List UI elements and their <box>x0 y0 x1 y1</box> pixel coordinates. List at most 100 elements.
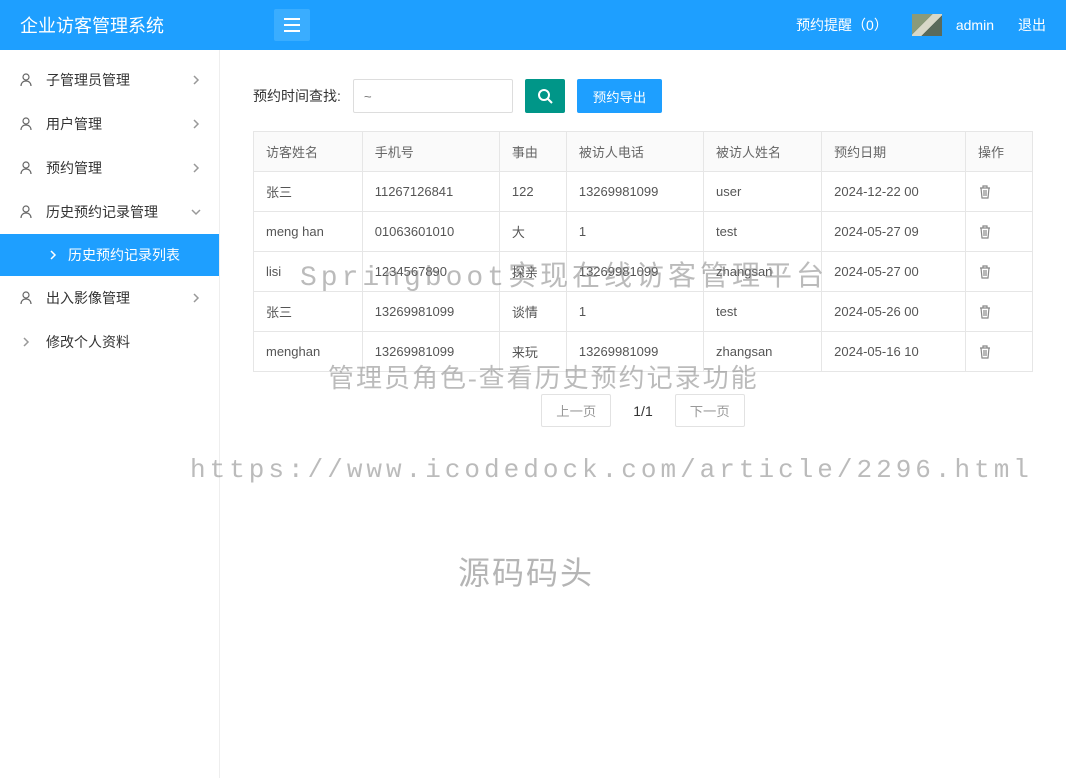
table-cell: 01063601010 <box>362 212 499 252</box>
search-row: 预约时间查找: 预约导出 <box>253 79 1033 113</box>
table-row: 张三13269981099谈情1test2024-05-26 00 <box>254 292 1033 332</box>
username-label[interactable]: admin <box>956 17 994 33</box>
table-cell: 2024-05-27 09 <box>822 212 966 252</box>
main-content: 预约时间查找: 预约导出 访客姓名手机号事由被访人电话被访人姓名预约日期操作 张… <box>220 50 1066 464</box>
history-table: 访客姓名手机号事由被访人电话被访人姓名预约日期操作 张三112671268411… <box>253 131 1033 372</box>
table-header-cell: 操作 <box>965 132 1032 172</box>
trash-icon <box>978 345 992 359</box>
content-panel: 预约时间查找: 预约导出 访客姓名手机号事由被访人电话被访人姓名预约日期操作 张… <box>234 64 1052 450</box>
delete-button[interactable] <box>978 225 1020 239</box>
table-header-cell: 事由 <box>499 132 566 172</box>
pagination: 上一页 1/1 下一页 <box>253 394 1033 427</box>
chevron-down-icon <box>191 207 201 217</box>
table-cell: test <box>704 292 822 332</box>
chevron-right-icon <box>191 75 201 85</box>
table-cell: 13269981099 <box>362 332 499 372</box>
next-page-button[interactable]: 下一页 <box>675 394 745 427</box>
chevron-right-icon <box>191 163 201 173</box>
sidebar-item-users[interactable]: 用户管理 <box>0 102 219 146</box>
user-icon <box>18 72 34 88</box>
chevron-right-icon <box>191 119 201 129</box>
delete-button[interactable] <box>978 305 1020 319</box>
table-cell-actions <box>965 212 1032 252</box>
table-row: meng han01063601010大1test2024-05-27 09 <box>254 212 1033 252</box>
reminder-link[interactable]: 预约提醒（0） <box>796 15 888 35</box>
table-cell-actions <box>965 332 1032 372</box>
logout-link[interactable]: 退出 <box>1018 15 1046 35</box>
prev-page-button[interactable]: 上一页 <box>541 394 611 427</box>
sidebar-subitem-history-list[interactable]: 历史预约记录列表 <box>0 234 219 276</box>
table-cell: zhangsan <box>704 252 822 292</box>
trash-icon <box>978 265 992 279</box>
chevron-right-icon <box>48 250 58 260</box>
delete-button[interactable] <box>978 265 1020 279</box>
table-cell: 2024-05-26 00 <box>822 292 966 332</box>
search-button[interactable] <box>525 79 565 113</box>
table-row: menghan13269981099来玩13269981099zhangsan2… <box>254 332 1033 372</box>
table-cell-actions <box>965 292 1032 332</box>
sidebar-item-appointment[interactable]: 预约管理 <box>0 146 219 190</box>
app-header: 企业访客管理系统 预约提醒（0） admin 退出 <box>0 0 1066 50</box>
sidebar-toggle-button[interactable] <box>274 9 310 41</box>
table-cell: 大 <box>499 212 566 252</box>
table-header-cell: 手机号 <box>362 132 499 172</box>
table-cell: 2024-05-27 00 <box>822 252 966 292</box>
table-cell: 谈情 <box>499 292 566 332</box>
user-icon <box>18 116 34 132</box>
table-cell: lisi <box>254 252 363 292</box>
table-cell: 2024-05-16 10 <box>822 332 966 372</box>
table-cell-actions <box>965 172 1032 212</box>
table-cell: 1 <box>566 292 703 332</box>
sidebar-item-label: 用户管理 <box>46 114 102 134</box>
table-cell: 1234567890 <box>362 252 499 292</box>
table-cell: zhangsan <box>704 332 822 372</box>
export-button[interactable]: 预约导出 <box>577 79 662 113</box>
table-cell: user <box>704 172 822 212</box>
table-header-cell: 被访人姓名 <box>704 132 822 172</box>
page-info: 1/1 <box>619 397 666 425</box>
table-header-cell: 被访人电话 <box>566 132 703 172</box>
table-header-cell: 预约日期 <box>822 132 966 172</box>
table-cell: 13269981099 <box>566 332 703 372</box>
search-label: 预约时间查找: <box>253 86 341 106</box>
table-cell: 1 <box>566 212 703 252</box>
sidebar-item-label: 修改个人资料 <box>46 332 130 352</box>
table-cell: test <box>704 212 822 252</box>
delete-button[interactable] <box>978 345 1020 359</box>
user-icon <box>18 290 34 306</box>
sidebar-item-label: 历史预约记录管理 <box>46 202 158 222</box>
sidebar-item-label: 出入影像管理 <box>46 288 130 308</box>
table-row: 张三1126712684112213269981099user2024-12-2… <box>254 172 1033 212</box>
table-row: lisi1234567890探亲13269981099zhangsan2024-… <box>254 252 1033 292</box>
trash-icon <box>978 225 992 239</box>
table-cell: 13269981099 <box>362 292 499 332</box>
table-cell: 来玩 <box>499 332 566 372</box>
sidebar-item-label: 子管理员管理 <box>46 70 130 90</box>
table-cell: 张三 <box>254 172 363 212</box>
table-cell-actions <box>965 252 1032 292</box>
user-icon <box>18 204 34 220</box>
chevron-right-icon <box>191 293 201 303</box>
sidebar-item-subadmin[interactable]: 子管理员管理 <box>0 58 219 102</box>
sidebar-item-profile[interactable]: 修改个人资料 <box>0 320 219 364</box>
avatar[interactable] <box>912 14 942 36</box>
sidebar-subitem-label: 历史预约记录列表 <box>68 245 180 265</box>
table-cell: 2024-12-22 00 <box>822 172 966 212</box>
sidebar-item-label: 预约管理 <box>46 158 102 178</box>
trash-icon <box>978 185 992 199</box>
table-cell: 11267126841 <box>362 172 499 212</box>
date-range-input[interactable] <box>353 79 513 113</box>
delete-button[interactable] <box>978 185 1020 199</box>
table-cell: 张三 <box>254 292 363 332</box>
table-cell: 探亲 <box>499 252 566 292</box>
search-icon <box>537 88 553 104</box>
sidebar-item-image[interactable]: 出入影像管理 <box>0 276 219 320</box>
chevron-right-icon <box>18 334 34 350</box>
sidebar: 子管理员管理 用户管理 预约管理 历史预约记录管理 历史预约记录列表 出入影像管… <box>0 50 220 778</box>
sidebar-item-history[interactable]: 历史预约记录管理 <box>0 190 219 234</box>
hamburger-icon <box>284 18 300 32</box>
table-cell: 122 <box>499 172 566 212</box>
app-title: 企业访客管理系统 <box>20 12 164 38</box>
table-cell: 13269981099 <box>566 252 703 292</box>
table-cell: meng han <box>254 212 363 252</box>
